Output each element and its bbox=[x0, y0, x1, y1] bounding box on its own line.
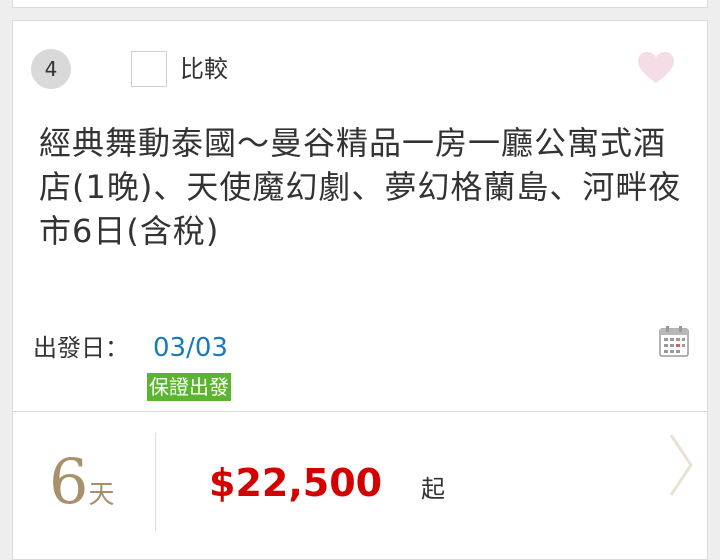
section-divider bbox=[13, 411, 707, 412]
tour-listing-card[interactable]: 4 比較 經典舞動泰國～曼谷精品一房一廳公寓式酒店(1晚)、天使魔幻劇、夢幻格蘭… bbox=[12, 20, 708, 560]
tour-title[interactable]: 經典舞動泰國～曼谷精品一房一廳公寓式酒店(1晚)、天使魔幻劇、夢幻格蘭島、河畔夜… bbox=[39, 121, 689, 253]
vertical-divider bbox=[155, 433, 156, 531]
trip-duration: 6天 bbox=[49, 447, 114, 517]
trip-days-unit: 天 bbox=[88, 480, 115, 510]
chevron-right-icon[interactable] bbox=[665, 431, 697, 499]
compare-checkbox[interactable] bbox=[131, 51, 167, 87]
departure-date[interactable]: 03/03 bbox=[153, 332, 228, 364]
trip-days-number: 6 bbox=[49, 445, 89, 518]
calendar-icon[interactable] bbox=[659, 325, 689, 357]
guarantee-departure-badge: 保證出發 bbox=[147, 373, 231, 401]
rank-badge: 4 bbox=[31, 49, 71, 89]
price-suffix: 起 bbox=[421, 475, 445, 503]
previous-card-edge bbox=[12, 0, 708, 8]
heart-icon[interactable] bbox=[637, 51, 675, 85]
price: $22,500 bbox=[209, 461, 383, 505]
departure-label: 出發日： bbox=[33, 334, 129, 362]
compare-label[interactable]: 比較 bbox=[180, 53, 228, 85]
